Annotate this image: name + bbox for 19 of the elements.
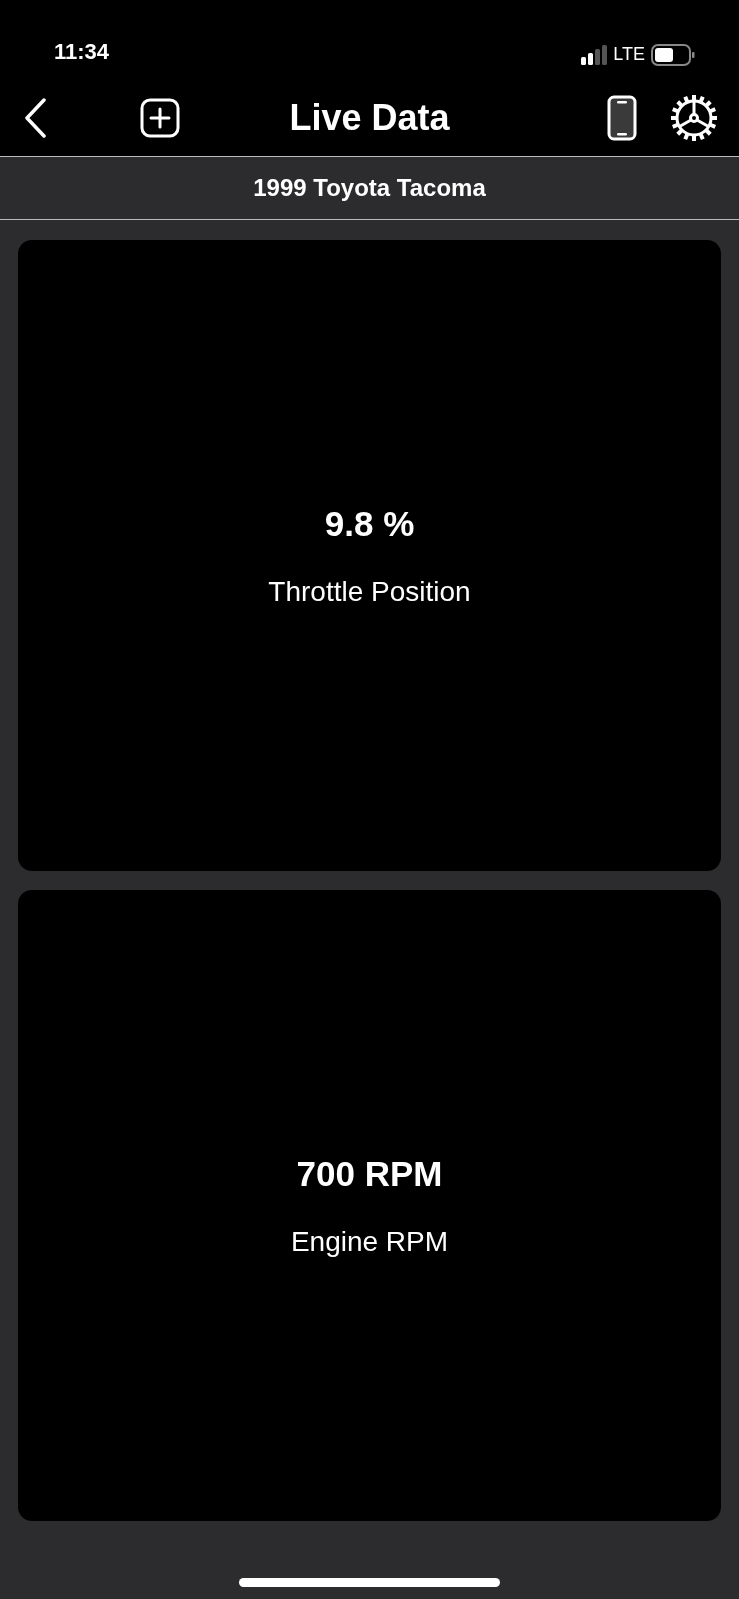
gauge-card[interactable]: 9.8 % Throttle Position: [18, 240, 721, 871]
screen-title: Live Data: [289, 96, 450, 140]
settings-icon: [670, 94, 718, 142]
gauge-value: 700 RPM: [296, 1153, 443, 1196]
back-icon: [24, 98, 46, 138]
phone-icon: [607, 95, 637, 141]
gauge-label: Engine RPM: [290, 1224, 449, 1259]
device-button[interactable]: [607, 93, 637, 143]
signal-icon: [581, 44, 608, 65]
gauge-label: Throttle Position: [268, 574, 471, 609]
gauge-card[interactable]: 700 RPM Engine RPM: [18, 890, 721, 1521]
gauge-value: 9.8 %: [324, 503, 415, 546]
add-icon: [140, 98, 180, 138]
vehicle-name: 1999 Toyota Tacoma: [253, 173, 486, 203]
network-label: LTE: [613, 43, 645, 66]
status-time: 11:34: [54, 38, 110, 66]
settings-button[interactable]: [669, 93, 719, 143]
battery-icon: [651, 43, 695, 66]
add-button[interactable]: [138, 96, 182, 140]
